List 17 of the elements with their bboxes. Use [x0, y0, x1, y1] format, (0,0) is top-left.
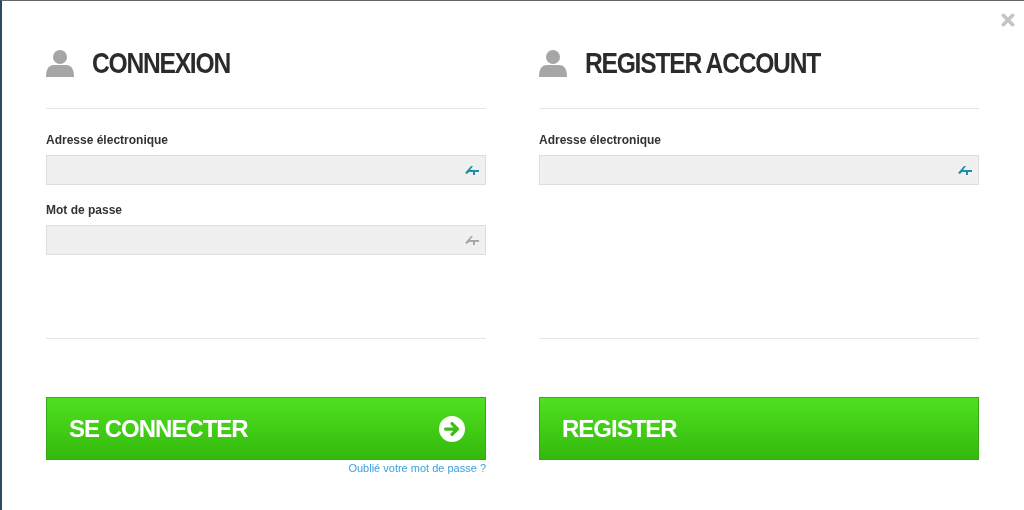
user-icon [46, 49, 74, 77]
input-field[interactable] [46, 155, 486, 185]
section-title: REGISTER ACCOUNT [585, 46, 820, 80]
field-label: Adresse électronique [539, 133, 663, 147]
field-label: Mot de passe [46, 203, 124, 217]
submit-button[interactable]: SE CONNECTER [46, 397, 486, 460]
key-icon[interactable] [958, 165, 972, 175]
key-icon[interactable] [465, 235, 479, 245]
section-title: CONNEXION [92, 46, 230, 80]
forgot-password-link[interactable]: Oublié votre mot de passe ? [348, 462, 486, 474]
close-icon[interactable] [1001, 13, 1015, 27]
input-field[interactable] [539, 155, 979, 185]
user-icon [539, 49, 567, 77]
input-field[interactable] [46, 225, 486, 255]
field-label: Adresse électronique [46, 133, 170, 147]
key-icon[interactable] [465, 165, 479, 175]
submit-button[interactable]: REGISTER [539, 397, 979, 460]
